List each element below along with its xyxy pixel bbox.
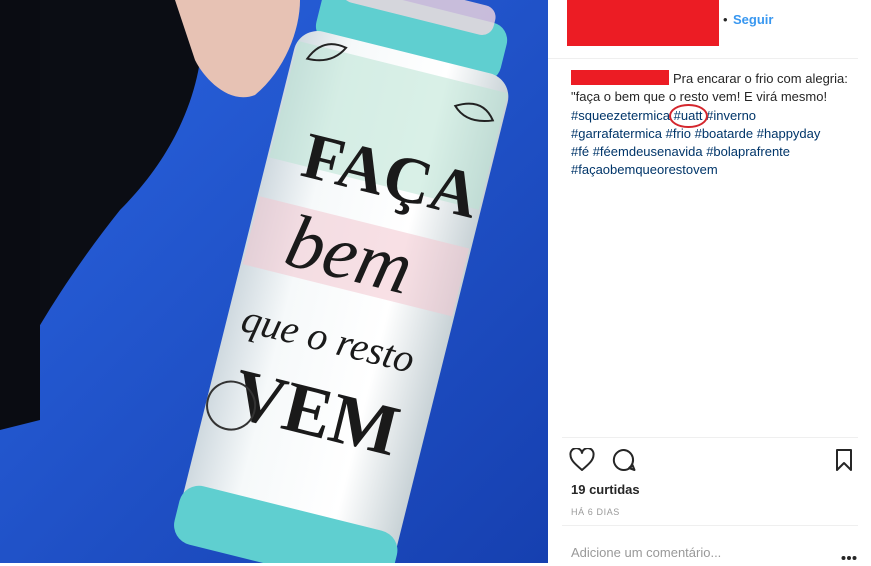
- redacted-caption-username: [571, 70, 669, 85]
- separator-dot: •: [723, 12, 728, 27]
- hashtag-link[interactable]: #garrafatermica: [571, 126, 662, 141]
- hashtag-link[interactable]: #boatarde: [695, 126, 754, 141]
- redacted-username: [567, 0, 719, 46]
- hashtag-link[interactable]: #inverno: [706, 108, 756, 123]
- hashtag-link[interactable]: #squeezetermica: [571, 108, 670, 123]
- more-dots-icon[interactable]: [841, 548, 857, 566]
- post-caption: Pra encarar o frio com alegria: "faça o …: [571, 70, 861, 180]
- post-photo: FAÇA bem que o resto VEM: [0, 0, 548, 563]
- hashtag-link[interactable]: #féemdeusenavida: [593, 144, 703, 159]
- circled-annotation: #uatt: [668, 103, 708, 129]
- post-timestamp[interactable]: HÁ 6 DIAS: [571, 507, 620, 517]
- hashtag-link[interactable]: #façaobemqueorestovem: [571, 162, 718, 177]
- post-header: • Seguir: [548, 0, 858, 59]
- caption-line-2: "faça o bem que o resto vem! E virá mesm…: [571, 89, 828, 105]
- likes-count[interactable]: 19 curtidas: [571, 482, 640, 497]
- heart-icon[interactable]: [569, 447, 595, 477]
- post-actions: [569, 447, 859, 477]
- hashtag-link[interactable]: #bolaprafrente: [706, 144, 790, 159]
- hashtag-link-uatt[interactable]: #uatt: [674, 108, 703, 123]
- comment-input[interactable]: Adicione um comentário...: [571, 545, 721, 560]
- comment-divider: [562, 525, 858, 526]
- post-side-panel: • Seguir Pra encarar o frio com alegria:…: [548, 0, 871, 563]
- bookmark-icon[interactable]: [835, 448, 853, 477]
- comment-bubble-icon[interactable]: [611, 448, 637, 477]
- actions-divider: [562, 437, 858, 438]
- hashtag-link[interactable]: #frio: [666, 126, 691, 141]
- caption-line-1: Pra encarar o frio com alegria:: [673, 71, 848, 86]
- hashtag-link[interactable]: #happyday: [757, 126, 821, 141]
- bottle-photo: FAÇA bem que o resto VEM: [0, 0, 548, 563]
- hashtag-link[interactable]: #fé: [571, 144, 589, 159]
- follow-button[interactable]: Seguir: [733, 12, 773, 27]
